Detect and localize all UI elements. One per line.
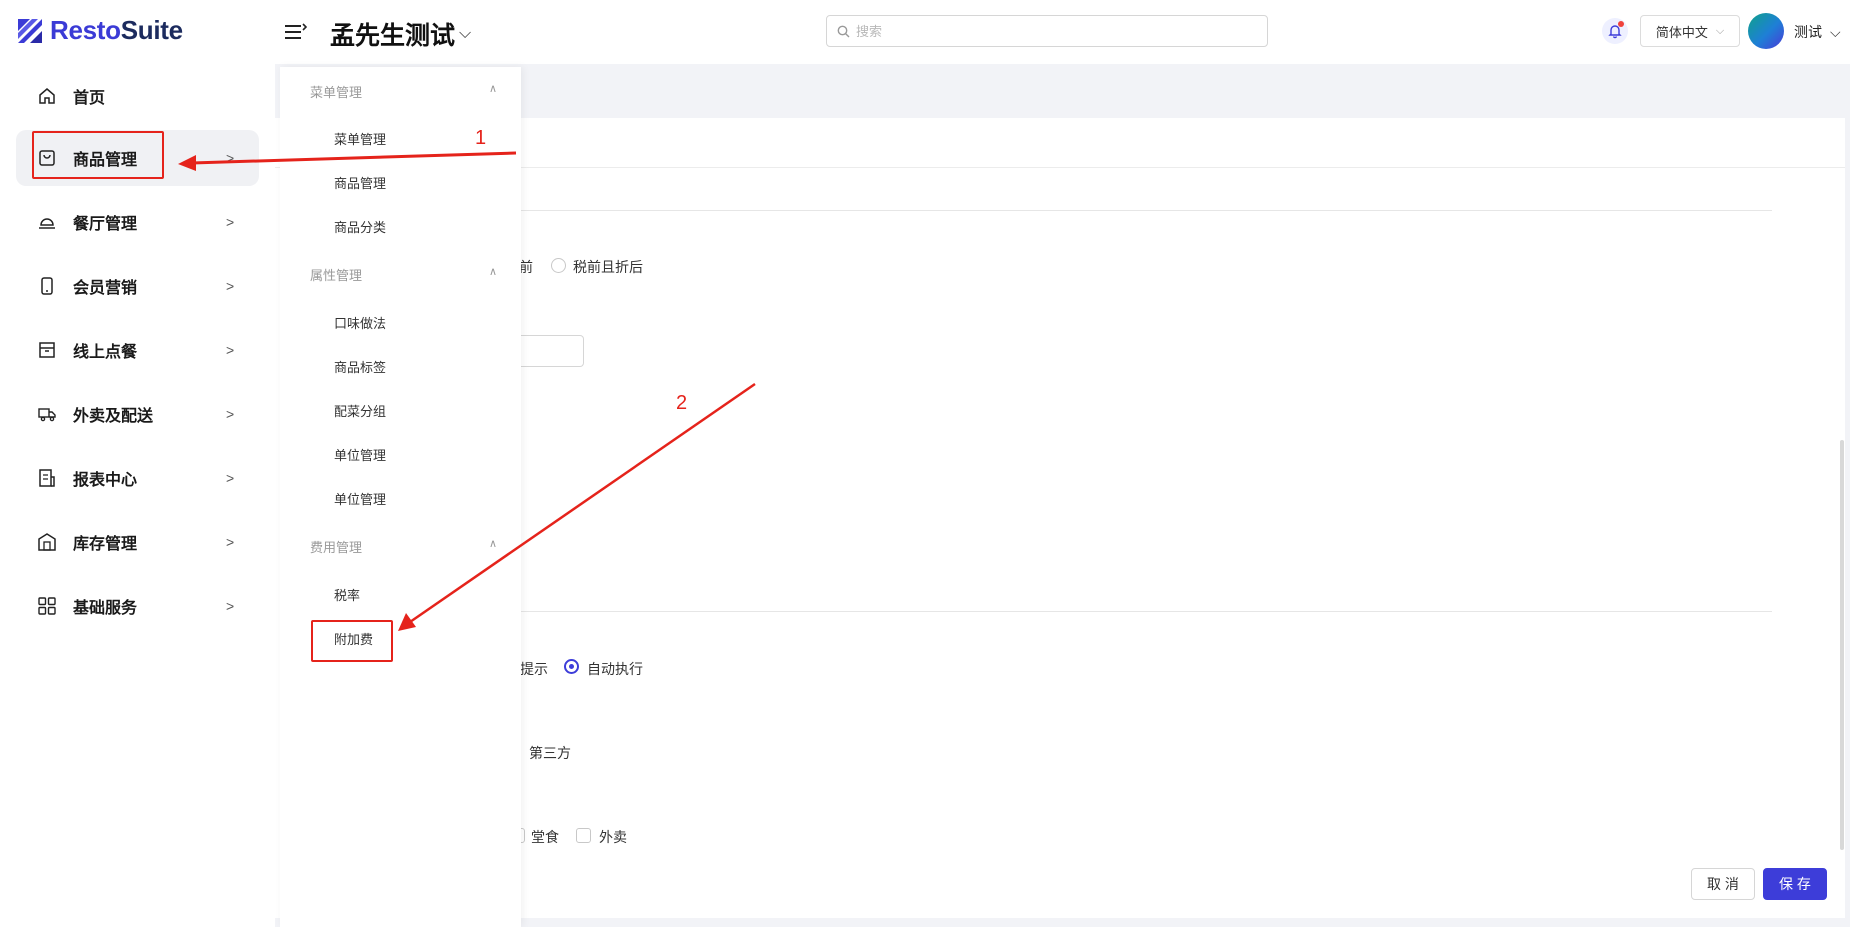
takeout-label: 外卖 (599, 829, 627, 845)
grid-icon (38, 597, 56, 615)
tax-after-discount-label: 税前且折后 (573, 259, 643, 275)
home-icon (39, 88, 55, 104)
submenu-item-product-category[interactable]: 商品分类 (334, 217, 386, 236)
logo[interactable]: RestoSuite (16, 15, 183, 46)
search-box[interactable] (826, 15, 1268, 47)
third-party-label: 第三方 (529, 745, 571, 761)
sidebar: 首页 商品管理 > 餐厅管理 > 会员营销 > 线上点餐 > 外卖及配送 > 报… (0, 64, 275, 927)
language-label: 简体中文 (1655, 24, 1708, 40)
sidebar-item-label: 餐厅管理 (73, 216, 138, 233)
dine-in-label: 堂食 (531, 829, 559, 845)
tax-after-discount-radio[interactable] (551, 258, 566, 273)
submenu-group-attribute-management[interactable]: 属性管理 (310, 265, 362, 284)
exec-option-partial-label: 提示 (520, 661, 548, 677)
sidebar-item-label: 报表中心 (73, 472, 138, 489)
logo-prefix: Resto (50, 15, 121, 45)
submenu-item-tax-rate[interactable]: 税率 (334, 585, 360, 604)
annotation-number-1: 1 (475, 127, 487, 149)
takeout-checkbox[interactable] (576, 828, 591, 843)
phone-icon (41, 277, 53, 295)
chevron-right-icon: > (226, 214, 235, 230)
logo-mark-icon (18, 18, 42, 43)
box-icon (39, 342, 55, 358)
search-input[interactable] (856, 23, 1256, 39)
avatar[interactable] (1748, 13, 1784, 49)
sidebar-item-online-order[interactable]: 线上点餐 > (16, 322, 259, 378)
cloche-icon (39, 218, 55, 229)
truck-icon (38, 408, 56, 422)
sidebar-item-label: 库存管理 (73, 536, 138, 553)
submenu-item-product-tags[interactable]: 商品标签 (334, 357, 386, 376)
amount-input[interactable] (520, 335, 584, 367)
sidebar-item-label: 外卖及配送 (73, 408, 154, 425)
chevron-right-icon: > (226, 406, 235, 422)
chevron-down-icon: ⌵ (459, 25, 472, 42)
chevron-right-icon: > (226, 598, 235, 614)
chevron-right-icon: > (226, 278, 235, 294)
annotation-number-2: 2 (676, 392, 688, 414)
logo-suffix: Suite (120, 15, 183, 45)
submenu-group-fee-management[interactable]: 费用管理 (310, 537, 362, 556)
logo-text: RestoSuite (50, 15, 183, 46)
submenu-group-menu-management[interactable]: 菜单管理 (310, 82, 362, 101)
auto-execute-radio[interactable] (564, 659, 579, 674)
section-divider (520, 611, 1772, 612)
chevron-up-icon[interactable]: ∧ (489, 82, 497, 95)
chevron-right-icon: > (226, 534, 235, 550)
auto-execute-label: 自动执行 (587, 661, 643, 677)
chevron-up-icon[interactable]: ∧ (489, 265, 497, 278)
sidebar-item-label: 线上点餐 (73, 344, 138, 361)
sidebar-item-home[interactable]: 首页 (16, 68, 259, 124)
cancel-button[interactable]: 取 消 (1691, 868, 1755, 900)
chevron-down-icon: ⌵ (1715, 24, 1725, 37)
products-submenu: 菜单管理 ∧ 菜单管理 商品管理 商品分类 属性管理 ∧ 口味做法 商品标签 配… (280, 67, 521, 927)
submenu-item-side-groups[interactable]: 配菜分组 (334, 401, 386, 420)
section-divider (520, 210, 1772, 211)
sidebar-item-label: 会员营销 (73, 280, 138, 297)
save-button[interactable]: 保 存 (1763, 868, 1827, 900)
menu-toggle-icon[interactable] (285, 22, 307, 42)
chevron-down-icon: ⌵ (1830, 23, 1841, 40)
annotation-box-surcharge (311, 620, 393, 662)
top-bar: RestoSuite 孟先生测试 ⌵ 简体中文 ⌵ 测试 ⌵ (0, 0, 1850, 64)
content-scrollbar[interactable] (1840, 440, 1844, 850)
submenu-item-unit-management[interactable]: 单位管理 (334, 489, 386, 508)
submenu-item-flavors[interactable]: 口味做法 (334, 313, 386, 332)
notification-button[interactable] (1602, 18, 1628, 44)
language-selector[interactable]: 简体中文 ⌵ (1640, 15, 1740, 47)
store-name: 孟先生测试 (330, 22, 456, 50)
sidebar-item-restaurant[interactable]: 餐厅管理 > (16, 194, 259, 250)
sidebar-item-label: 首页 (73, 90, 106, 107)
chevron-up-icon[interactable]: ∧ (489, 537, 497, 550)
store-selector[interactable]: 孟先生测试 ⌵ (330, 16, 471, 52)
warehouse-icon (38, 533, 56, 551)
annotation-box-products (32, 131, 164, 179)
chevron-right-icon: > (226, 470, 235, 486)
user-name: 测试 (1794, 24, 1822, 40)
user-menu[interactable]: 测试 ⌵ (1794, 22, 1841, 42)
chevron-right-icon: > (226, 342, 235, 358)
sidebar-item-reports[interactable]: 报表中心 > (16, 450, 259, 506)
submenu-item-unit-management[interactable]: 单位管理 (334, 445, 386, 464)
chevron-right-icon: > (226, 150, 235, 166)
submenu-item-menu-management[interactable]: 菜单管理 (334, 129, 386, 148)
sidebar-item-membership[interactable]: 会员营销 > (16, 258, 259, 314)
tax-option-partial-label: 前 (519, 259, 533, 275)
sidebar-item-inventory[interactable]: 库存管理 > (16, 514, 259, 570)
sidebar-item-label: 基础服务 (73, 600, 138, 617)
sidebar-item-basic-services[interactable]: 基础服务 > (16, 578, 259, 634)
submenu-item-product-management[interactable]: 商品管理 (334, 173, 386, 192)
report-icon (39, 469, 55, 487)
search-icon (837, 25, 850, 37)
notification-dot (1618, 21, 1624, 27)
sidebar-item-delivery[interactable]: 外卖及配送 > (16, 386, 259, 442)
